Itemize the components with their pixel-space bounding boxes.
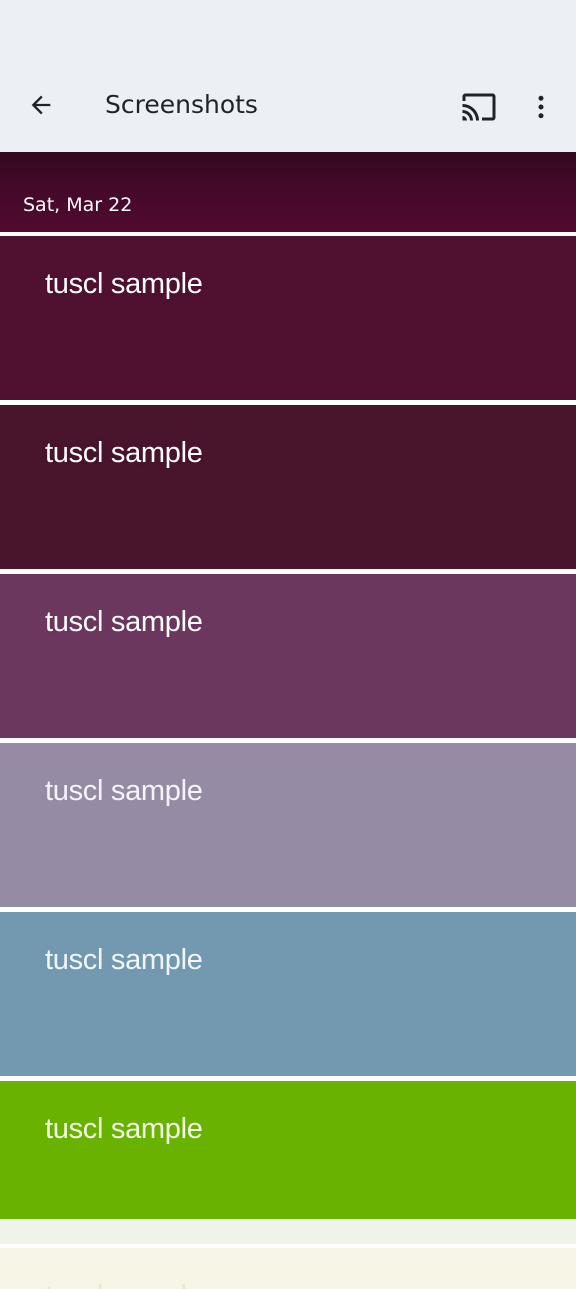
screenshot-thumbnail[interactable]: tuscl sample (0, 743, 576, 907)
screenshot-thumbnail[interactable]: tuscl sample (0, 574, 576, 738)
back-button[interactable] (20, 84, 62, 126)
cast-icon (462, 93, 496, 121)
date-section-header: Sat, Mar 22 (0, 152, 576, 232)
thumbnail-text: tuscl sample (45, 606, 203, 638)
thumbnail-text: tuscl sample (45, 944, 203, 976)
thumbnail-text: tuscl sample (45, 775, 203, 807)
screenshot-thumbnail[interactable]: tuscl sample (0, 405, 576, 569)
screenshot-thumbnail[interactable]: tuscl sample (0, 912, 576, 1076)
thumbnail-edge (0, 1219, 576, 1244)
page-title: Screenshots (105, 90, 258, 119)
more-options-button[interactable] (520, 86, 562, 128)
screenshot-thumbnail[interactable]: tuscl sample (0, 1248, 576, 1289)
cast-button[interactable] (458, 86, 500, 128)
thumbnail-text: tuscl sample (45, 268, 203, 300)
screenshot-thumbnail[interactable]: tuscl sample (0, 236, 576, 400)
status-bar (0, 0, 576, 62)
date-label: Sat, Mar 22 (23, 194, 133, 216)
arrow-left-icon (31, 95, 51, 115)
more-vertical-icon (538, 95, 544, 119)
thumbnail-text: tuscl sample (45, 1113, 203, 1145)
app-bar: Screenshots (0, 62, 576, 152)
thumbnail-text: tuscl sample (45, 437, 203, 469)
thumbnail-text: tuscl sample (45, 1278, 203, 1289)
screenshot-thumbnail[interactable]: tuscl sample (0, 1081, 576, 1219)
